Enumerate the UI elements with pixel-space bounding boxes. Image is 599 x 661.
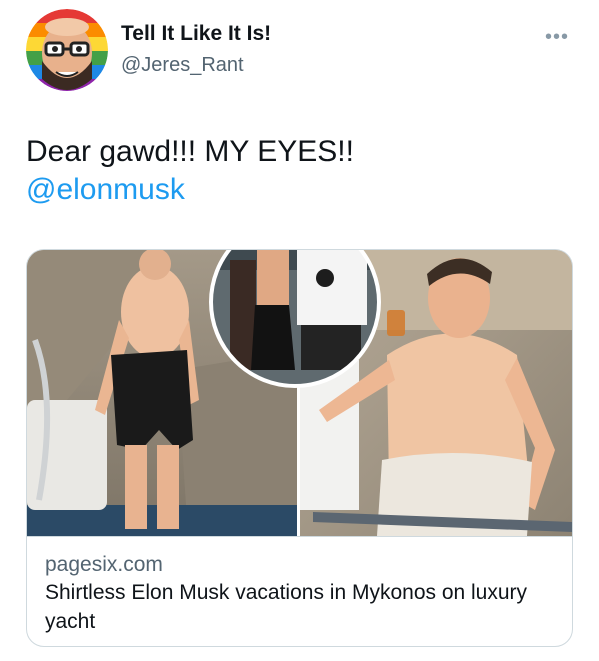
card-image[interactable] [27,250,572,536]
link-card[interactable]: pagesix.com Shirtless Elon Musk vacation… [26,249,573,647]
more-icon[interactable]: ••• [545,26,569,49]
card-domain: pagesix.com [45,553,163,576]
card-title[interactable]: Shirtless Elon Musk vacations in Mykonos… [45,578,555,636]
user-handle[interactable]: @Jeres_Rant [121,54,244,77]
tweet-text: Dear gawd!!! MY EYES!! [26,135,354,168]
display-name[interactable]: Tell It Like It Is! [121,22,271,46]
card-divider [27,536,572,537]
avatar[interactable] [26,9,108,91]
mention-link[interactable]: @elonmusk [26,172,185,208]
